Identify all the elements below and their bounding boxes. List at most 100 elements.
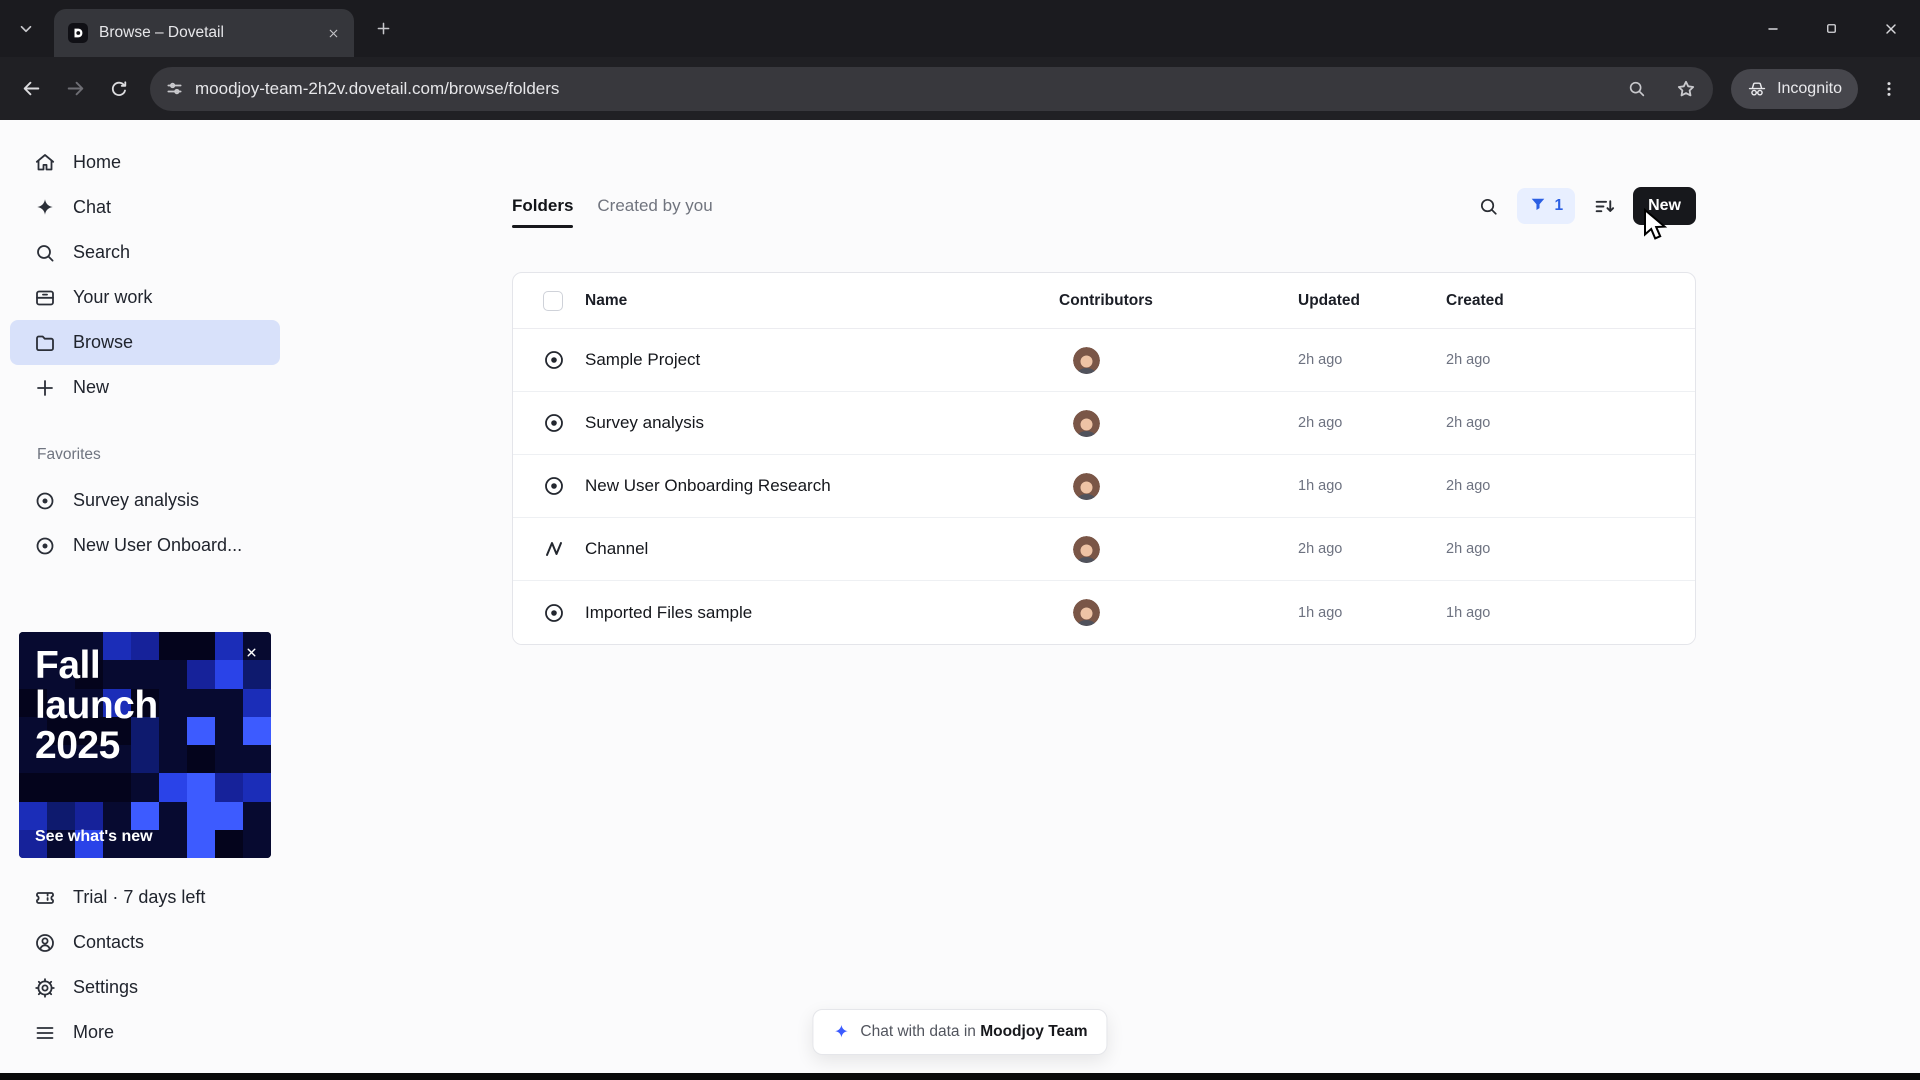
sidebar-item-label: Your work	[73, 287, 153, 307]
sidebar-item-label: Browse	[73, 332, 134, 352]
created-value: 2h ago	[1446, 541, 1491, 557]
incognito-icon	[1747, 79, 1767, 99]
sidebar-item-browse[interactable]: Browse	[10, 320, 280, 365]
sidebar-item-trial[interactable]: Trial · 7 days left	[10, 875, 280, 920]
updated-value: 2h ago	[1298, 541, 1343, 557]
target-icon	[34, 535, 56, 557]
new-button-label: New	[1648, 197, 1681, 214]
hamburger-icon	[34, 1022, 56, 1044]
browser-tab[interactable]: Browse – Dovetail	[54, 9, 354, 57]
created-value: 2h ago	[1446, 352, 1491, 368]
chat-pill-prefix: Chat with data in	[860, 1023, 976, 1040]
filter-button[interactable]: 1	[1517, 188, 1576, 224]
tab-search-button[interactable]	[8, 11, 44, 47]
created-value: 2h ago	[1446, 415, 1491, 431]
table-row[interactable]: Channel 2h ago 2h ago	[513, 518, 1695, 581]
favorite-item-label: New User Onboard...	[73, 535, 243, 555]
chat-with-data-pill[interactable]: Chat with data in Moodjoy Team	[812, 1009, 1108, 1055]
tab-label: Created by you	[597, 196, 713, 215]
bookmark-star-icon[interactable]	[1667, 70, 1705, 108]
gear-icon	[34, 977, 56, 999]
new-tab-button[interactable]	[366, 12, 400, 46]
sort-button[interactable]	[1585, 187, 1623, 225]
new-folder-button[interactable]: New	[1633, 187, 1696, 225]
project-icon	[543, 412, 565, 434]
project-icon	[543, 602, 565, 624]
favorite-item-label: Survey analysis	[73, 490, 200, 510]
folder-name: Sample Project	[585, 350, 701, 369]
back-button[interactable]	[10, 68, 52, 110]
sidebar-item-label: Contacts	[73, 932, 145, 952]
sidebar-item-label: Trial · 7 days left	[73, 887, 206, 907]
dovetail-favicon-icon	[68, 23, 88, 43]
app-window: Home Chat Search Your work Browse New Fa…	[0, 120, 1920, 1073]
sidebar-item-your-work[interactable]: Your work	[10, 275, 280, 320]
project-icon	[543, 475, 565, 497]
updated-value: 1h ago	[1298, 478, 1343, 494]
column-header-name: Name	[585, 291, 628, 309]
promo-cta[interactable]: See what's new	[35, 828, 153, 846]
incognito-label: Incognito	[1777, 79, 1842, 97]
promo-title: Fall launch 2025	[35, 644, 158, 767]
content-area: Folders Created by you 1 New Name Contri…	[290, 120, 1920, 1073]
tab-close-icon[interactable]	[320, 20, 346, 46]
person-circle-icon	[34, 932, 56, 954]
sidebar-item-chat[interactable]: Chat	[10, 185, 280, 230]
browser-menu-button[interactable]	[1868, 68, 1910, 110]
contributor-avatar	[1073, 535, 1100, 563]
url-text[interactable]: moodjoy-team-2h2v.dovetail.com/browse/fo…	[195, 79, 1607, 99]
promo-close-icon[interactable]	[238, 639, 264, 665]
folder-name: Channel	[585, 539, 649, 558]
sidebar-item-contacts[interactable]: Contacts	[10, 920, 280, 965]
table-row[interactable]: Sample Project 2h ago 2h ago	[513, 329, 1695, 392]
folder-name: Survey analysis	[585, 413, 705, 432]
ticket-icon	[34, 887, 56, 909]
header-controls: 1 New	[1469, 187, 1696, 225]
sparkle-icon	[832, 1023, 850, 1041]
select-all-checkbox[interactable]	[543, 290, 563, 311]
folder-name: Imported Files sample	[585, 602, 753, 622]
tab-title: Browse – Dovetail	[99, 24, 224, 41]
site-info-icon[interactable]	[165, 79, 184, 98]
favorites-heading: Favorites	[37, 446, 101, 463]
column-header-updated: Updated	[1298, 291, 1360, 309]
favorite-item-survey-analysis[interactable]: Survey analysis	[10, 478, 280, 523]
tab-folders[interactable]: Folders	[512, 186, 574, 228]
forward-button[interactable]	[54, 68, 96, 110]
promo-card[interactable]: Fall launch 2025 See what's new	[19, 632, 271, 858]
maximize-button[interactable]	[1802, 0, 1861, 57]
sidebar-item-label: Home	[73, 152, 122, 172]
sidebar-item-label: More	[73, 1022, 115, 1042]
table-row[interactable]: Survey analysis 2h ago 2h ago	[513, 392, 1695, 455]
sidebar-item-label: New	[73, 377, 110, 397]
bottom-edge-strip	[0, 1073, 1920, 1080]
screen: Browse – Dovetail moodjoy-team-2h2v.dove…	[0, 0, 1920, 1080]
tab-created-by-you[interactable]: Created by you	[597, 186, 712, 226]
sidebar-item-new[interactable]: New	[10, 365, 280, 410]
sidebar-item-label: Search	[73, 242, 131, 262]
close-window-button[interactable]	[1861, 0, 1920, 57]
sidebar-item-more[interactable]: More	[10, 1010, 280, 1055]
home-icon	[34, 152, 56, 174]
minimize-button[interactable]	[1743, 0, 1802, 57]
contributor-avatar	[1073, 472, 1100, 500]
sidebar-item-label: Chat	[73, 197, 112, 217]
target-icon	[34, 490, 56, 512]
contributor-avatar	[1073, 346, 1100, 374]
address-bar[interactable]: moodjoy-team-2h2v.dovetail.com/browse/fo…	[150, 66, 1714, 111]
search-button[interactable]	[1469, 187, 1507, 225]
chevron-down-icon	[17, 20, 35, 38]
project-icon	[543, 349, 565, 371]
browser-toolbar: moodjoy-team-2h2v.dovetail.com/browse/fo…	[0, 57, 1920, 120]
favorite-item-new-user-onboarding[interactable]: New User Onboard...	[10, 523, 280, 568]
window-controls	[1743, 0, 1920, 57]
table-row[interactable]: New User Onboarding Research 1h ago 2h a…	[513, 455, 1695, 518]
sidebar-item-search[interactable]: Search	[10, 230, 280, 275]
table-row[interactable]: Imported Files sample 1h ago 1h ago	[513, 581, 1695, 644]
sidebar-item-settings[interactable]: Settings	[10, 965, 280, 1010]
reload-button[interactable]	[98, 68, 140, 110]
zoom-lens-icon[interactable]	[1618, 70, 1656, 108]
sidebar-footer: Trial · 7 days left Contacts Settings Mo…	[0, 875, 290, 1055]
sidebar-item-home[interactable]: Home	[10, 140, 280, 185]
chat-pill-text: Chat with data in Moodjoy Team	[860, 1023, 1087, 1041]
